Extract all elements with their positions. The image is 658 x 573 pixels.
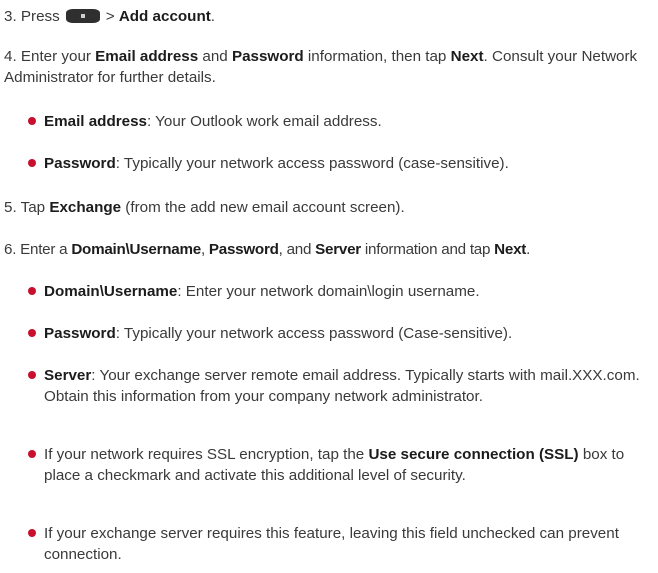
email-address-term: Email address [95, 48, 199, 65]
add-account-label: Add account [118, 8, 211, 25]
list-item: Password: Typically your network access … [28, 153, 648, 174]
list-item: Domain\Username: Enter your network doma… [28, 281, 648, 302]
list-item: If your network requires SSL encryption,… [28, 444, 648, 486]
bullet-label: Password [44, 155, 116, 172]
manual-page: 3. Press > Add account. 4. Enter your Ema… [0, 0, 658, 573]
step-3-prefix: 3. Press [4, 8, 60, 25]
bullet-dot [28, 371, 36, 379]
bullet-label: Email address [44, 113, 147, 130]
list-item: If your exchange server requires this fe… [28, 523, 648, 565]
step-4: 4. Enter your Email address and Password… [4, 48, 638, 86]
step-6: 6. Enter a Domain\Username, Password, an… [4, 241, 531, 258]
ssl-option-term: Use secure connection (SSL) [368, 446, 579, 463]
bullet-label: Password [44, 325, 116, 342]
bullet-text: : Typically your network access password… [115, 325, 513, 342]
password-term: Password [231, 48, 304, 65]
bullet-dot [28, 329, 36, 337]
bullet-text: : Your exchange server remote email addr… [44, 367, 640, 405]
step-3: 3. Press > Add account. [4, 8, 216, 25]
bullet-dot [28, 159, 36, 167]
next-term: Next [494, 241, 527, 258]
list-item: Server: Your exchange server remote emai… [28, 365, 648, 407]
bullet-dot [28, 529, 36, 537]
password-term: Password [208, 241, 279, 258]
bullet-text: : Your Outlook work email address. [147, 113, 382, 130]
exchange-term: Exchange [49, 199, 122, 216]
domain-username-term: Domain\Username [71, 241, 201, 258]
list-item: Password: Typically your network access … [28, 323, 648, 344]
step-3-mid: > [105, 8, 119, 25]
bullet-dot [28, 450, 36, 458]
bullet-label: Domain\Username [44, 283, 178, 300]
bullet-label: Server [44, 367, 92, 384]
bullet-text: If your exchange server requires this fe… [44, 525, 619, 563]
list-item: Email address: Your Outlook work email a… [28, 111, 648, 132]
step-5: 5. Tap Exchange (from the add new email … [4, 199, 405, 216]
next-term: Next [450, 48, 484, 65]
bullet-text: : Enter your network domain\login userna… [177, 283, 480, 300]
server-term: Server [315, 241, 361, 258]
bullet-dot [28, 287, 36, 295]
bullet-dot [28, 117, 36, 125]
menu-key-icon [65, 8, 100, 23]
bullet-text: : Typically your network access password… [115, 155, 509, 172]
